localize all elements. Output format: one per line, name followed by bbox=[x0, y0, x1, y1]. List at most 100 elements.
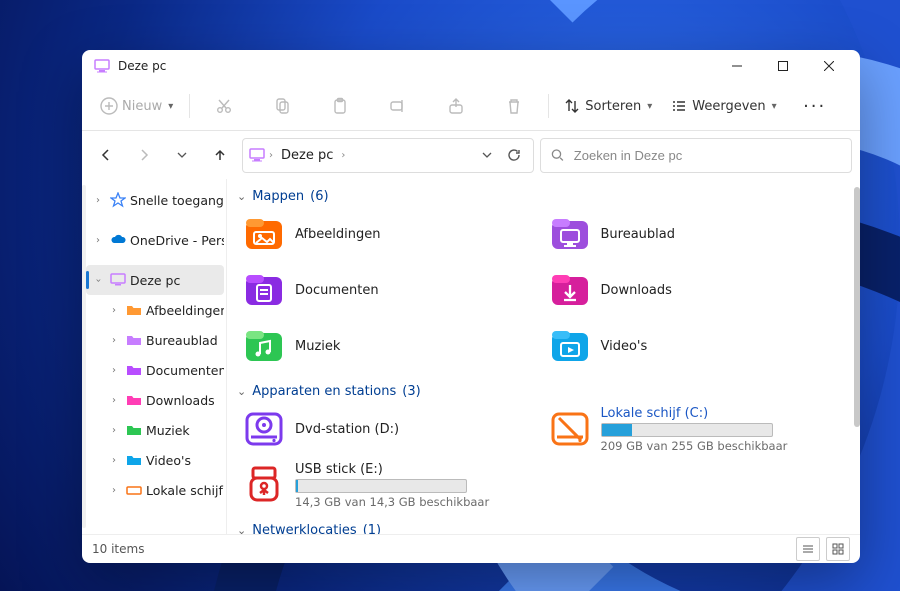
device-usb[interactable]: USB stick (E:) 14,3 GB van 14,3 GB besch… bbox=[243, 461, 549, 509]
group-header-network[interactable]: ⌄ Netwerklocaties (1) bbox=[237, 519, 854, 534]
dvd-drive-icon bbox=[243, 408, 285, 450]
chevron-down-icon[interactable] bbox=[481, 149, 493, 161]
sidebar-item-documents[interactable]: ›Documenten bbox=[86, 355, 224, 385]
folder-videos-icon bbox=[549, 325, 591, 367]
arrow-up-icon bbox=[213, 148, 227, 162]
trash-icon bbox=[505, 97, 523, 115]
search-icon bbox=[551, 148, 564, 162]
sidebar-item-this-pc[interactable]: › Deze pc bbox=[86, 265, 224, 295]
folder-music-icon bbox=[243, 325, 285, 367]
folder-muziek[interactable]: Muziek bbox=[243, 322, 549, 370]
sidebar-item-music[interactable]: ›Muziek bbox=[86, 415, 224, 445]
maximize-button[interactable] bbox=[760, 50, 806, 82]
folder-downloads[interactable]: Downloads bbox=[549, 266, 855, 314]
device-local-disk[interactable]: Lokale schijf (C:) 209 GB van 255 GB bes… bbox=[549, 405, 855, 453]
sidebar-item-label: Downloads bbox=[146, 393, 215, 408]
capacity-bar bbox=[295, 479, 467, 493]
view-button[interactable]: Weergeven ▾ bbox=[662, 88, 784, 124]
sort-button[interactable]: Sorteren ▾ bbox=[555, 88, 660, 124]
rename-icon bbox=[389, 97, 407, 115]
device-dvd[interactable]: Dvd-station (D:) bbox=[243, 405, 549, 453]
capacity-bar bbox=[601, 423, 773, 437]
chevron-down-icon: ⌄ bbox=[237, 190, 246, 203]
sidebar-item-desktop[interactable]: ›Bureaublad bbox=[86, 325, 224, 355]
folder-icon bbox=[126, 362, 142, 378]
chevron-right-icon: › bbox=[341, 150, 345, 161]
local-disk-icon bbox=[549, 408, 591, 450]
chevron-down-icon: ⌄ bbox=[237, 524, 246, 534]
forward-button[interactable] bbox=[128, 139, 160, 171]
sidebar-item-local-disk[interactable]: ›Lokale schijf (C: bbox=[86, 475, 224, 505]
up-button[interactable] bbox=[204, 139, 236, 171]
back-button[interactable] bbox=[90, 139, 122, 171]
sort-icon bbox=[563, 97, 581, 115]
folder-icon bbox=[126, 452, 142, 468]
content-scrollbar[interactable] bbox=[854, 187, 860, 427]
copy-button[interactable] bbox=[254, 88, 310, 124]
item-count: 10 items bbox=[92, 542, 144, 556]
folder-documents-icon bbox=[243, 269, 285, 311]
new-button[interactable]: Nieuw ▾ bbox=[90, 88, 183, 124]
sidebar-item-label: Lokale schijf (C: bbox=[146, 483, 224, 498]
sidebar-item-onedrive[interactable]: › OneDrive - Perso bbox=[86, 225, 224, 255]
folder-bureaublad[interactable]: Bureaublad bbox=[549, 210, 855, 258]
rename-button[interactable] bbox=[370, 88, 426, 124]
chevron-right-icon: › bbox=[269, 150, 273, 161]
sidebar-item-label: Deze pc bbox=[130, 273, 180, 288]
breadcrumb[interactable]: Deze pc bbox=[277, 146, 337, 165]
sidebar-item-label: Video's bbox=[146, 453, 191, 468]
sidebar-item-label: Muziek bbox=[146, 423, 190, 438]
view-icon bbox=[670, 97, 688, 115]
minimize-button[interactable] bbox=[714, 50, 760, 82]
copy-icon bbox=[273, 97, 291, 115]
ellipsis-icon: ··· bbox=[803, 96, 826, 117]
share-icon bbox=[447, 97, 465, 115]
folder-documenten[interactable]: Documenten bbox=[243, 266, 549, 314]
this-pc-icon bbox=[249, 147, 265, 163]
sidebar-item-label: Documenten bbox=[146, 363, 224, 378]
sidebar-item-videos[interactable]: ›Video's bbox=[86, 445, 224, 475]
navigation-pane: › Snelle toegang › OneDrive - Perso › De… bbox=[86, 179, 227, 534]
sidebar-item-pictures[interactable]: ›Afbeeldingen bbox=[86, 295, 224, 325]
icons-view-button[interactable] bbox=[826, 537, 850, 561]
chevron-right-icon[interactable]: › bbox=[90, 195, 106, 206]
search-box[interactable] bbox=[540, 138, 852, 173]
folder-afbeeldingen[interactable]: Afbeeldingen bbox=[243, 210, 549, 258]
sidebar-item-downloads[interactable]: ›Downloads bbox=[86, 385, 224, 415]
refresh-icon[interactable] bbox=[507, 148, 521, 162]
star-icon bbox=[110, 192, 126, 208]
address-bar[interactable]: › Deze pc › bbox=[242, 138, 534, 173]
sidebar-item-label: OneDrive - Perso bbox=[130, 233, 224, 248]
share-button[interactable] bbox=[428, 88, 484, 124]
search-input[interactable] bbox=[572, 147, 841, 164]
file-explorer-window: Deze pc Nieuw ▾ Sorteren ▾ Weergeven bbox=[82, 50, 860, 563]
folder-icon bbox=[126, 302, 142, 318]
sidebar-item-label: Bureaublad bbox=[146, 333, 218, 348]
close-button[interactable] bbox=[806, 50, 852, 82]
folder-icon bbox=[126, 392, 142, 408]
delete-button[interactable] bbox=[486, 88, 542, 124]
chevron-down-icon: ⌄ bbox=[237, 385, 246, 398]
titlebar[interactable]: Deze pc bbox=[82, 50, 860, 82]
cut-button[interactable] bbox=[196, 88, 252, 124]
usb-drive-icon bbox=[243, 464, 285, 506]
sidebar-item-quick-access[interactable]: › Snelle toegang bbox=[86, 185, 224, 215]
cut-icon bbox=[215, 97, 233, 115]
chevron-down-icon[interactable]: › bbox=[93, 272, 104, 288]
folder-downloads-icon bbox=[549, 269, 591, 311]
paste-button[interactable] bbox=[312, 88, 368, 124]
folder-videos[interactable]: Video's bbox=[549, 322, 855, 370]
group-header-devices[interactable]: ⌄ Apparaten en stations (3) bbox=[237, 380, 854, 405]
recent-button[interactable] bbox=[166, 139, 198, 171]
arrow-left-icon bbox=[99, 148, 113, 162]
arrow-right-icon bbox=[137, 148, 151, 162]
window-title: Deze pc bbox=[118, 59, 166, 73]
group-header-folders[interactable]: ⌄ Mappen (6) bbox=[237, 185, 854, 210]
sidebar-item-label: Afbeeldingen bbox=[146, 303, 224, 318]
chevron-down-icon: ▾ bbox=[168, 101, 173, 112]
paste-icon bbox=[331, 97, 349, 115]
details-view-button[interactable] bbox=[796, 537, 820, 561]
chevron-right-icon[interactable]: › bbox=[90, 235, 106, 246]
more-button[interactable]: ··· bbox=[787, 88, 843, 124]
folder-pictures-icon bbox=[243, 213, 285, 255]
